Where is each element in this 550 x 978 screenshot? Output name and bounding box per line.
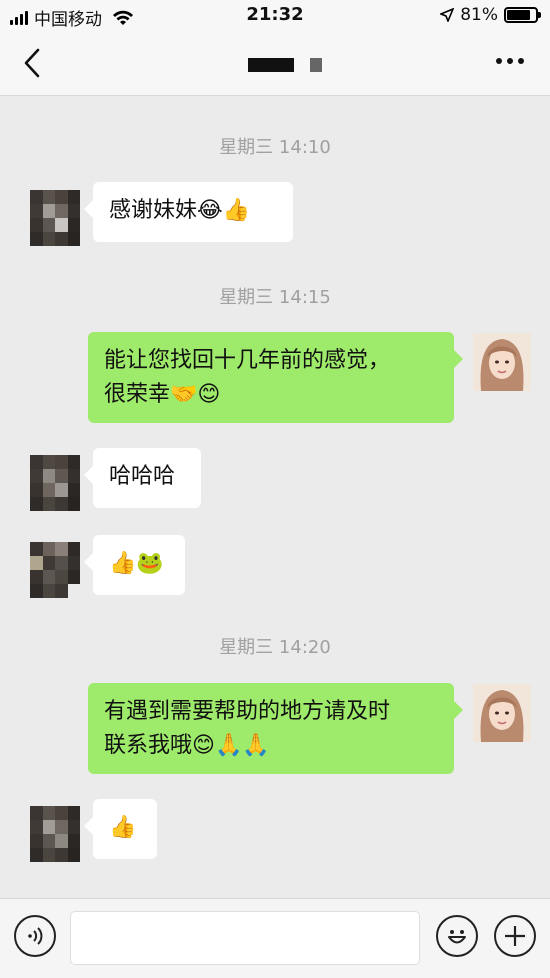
- avatar-self[interactable]: [473, 333, 531, 391]
- battery-fill: [507, 10, 530, 20]
- more-dots-icon[interactable]: [496, 58, 524, 64]
- message-emoji: 👍: [109, 815, 137, 840]
- smiley-glyph: [448, 930, 466, 944]
- message-bubble-outgoing[interactable]: 有遇到需要帮助的地方请及时 联系我哦😊🙏🙏: [88, 683, 463, 774]
- avatar-contact[interactable]: [30, 806, 80, 862]
- avatar-contact[interactable]: [30, 190, 80, 246]
- chevron-left-icon[interactable]: [18, 46, 48, 80]
- message-text: 哈哈哈: [109, 464, 176, 489]
- message-input[interactable]: [70, 911, 420, 965]
- avatar-self[interactable]: [473, 684, 531, 742]
- status-bar: 中国移动 21:32 81%: [0, 0, 550, 30]
- redaction-block: [310, 58, 322, 72]
- chat-header: [0, 30, 550, 96]
- message-text: 联系我哦: [104, 733, 193, 758]
- message-text: 感谢妹妹: [109, 198, 198, 223]
- status-right: 81%: [440, 5, 541, 25]
- message-emoji: 😂👍: [197, 198, 251, 223]
- message-emoji: 👍🐸: [109, 551, 164, 576]
- voice-icon[interactable]: [14, 915, 56, 957]
- timestamp: 星期三 14:10: [219, 137, 331, 158]
- contact-name-redacted: [248, 58, 322, 72]
- redaction-block: [248, 58, 294, 72]
- plus-icon[interactable]: [494, 915, 536, 957]
- avatar-photo: [473, 333, 531, 391]
- message-bubble-incoming[interactable]: 哈哈哈: [84, 448, 201, 508]
- message-bubble-incoming[interactable]: 👍🐸: [84, 535, 185, 595]
- location-icon: [440, 8, 455, 22]
- emoji-icon[interactable]: [436, 915, 478, 957]
- message-text: 能让您找回十几年前的感觉，: [104, 348, 391, 373]
- message-bubble-incoming[interactable]: 👍: [84, 799, 157, 859]
- message-emoji: 😊🙏🙏: [192, 733, 270, 758]
- timestamp: 星期三 14:20: [219, 637, 331, 658]
- plus-glyph: [505, 926, 525, 946]
- avatar-contact[interactable]: [30, 542, 80, 598]
- message-emoji: 🤝😊: [170, 382, 221, 407]
- avatar-contact[interactable]: [30, 455, 80, 511]
- voice-glyph: [28, 927, 43, 945]
- input-bar: [0, 898, 550, 978]
- message-bubble-incoming[interactable]: 感谢妹妹😂👍: [84, 182, 293, 242]
- message-bubble-outgoing[interactable]: 能让您找回十几年前的感觉， 很荣幸🤝😊: [88, 332, 463, 423]
- message-text: 有遇到需要帮助的地方请及时: [104, 699, 391, 724]
- message-text: 很荣幸: [104, 382, 171, 407]
- timestamp: 星期三 14:15: [219, 287, 331, 308]
- battery-percent: 81%: [460, 5, 498, 25]
- avatar-photo: [473, 684, 531, 742]
- battery-icon: [504, 7, 541, 23]
